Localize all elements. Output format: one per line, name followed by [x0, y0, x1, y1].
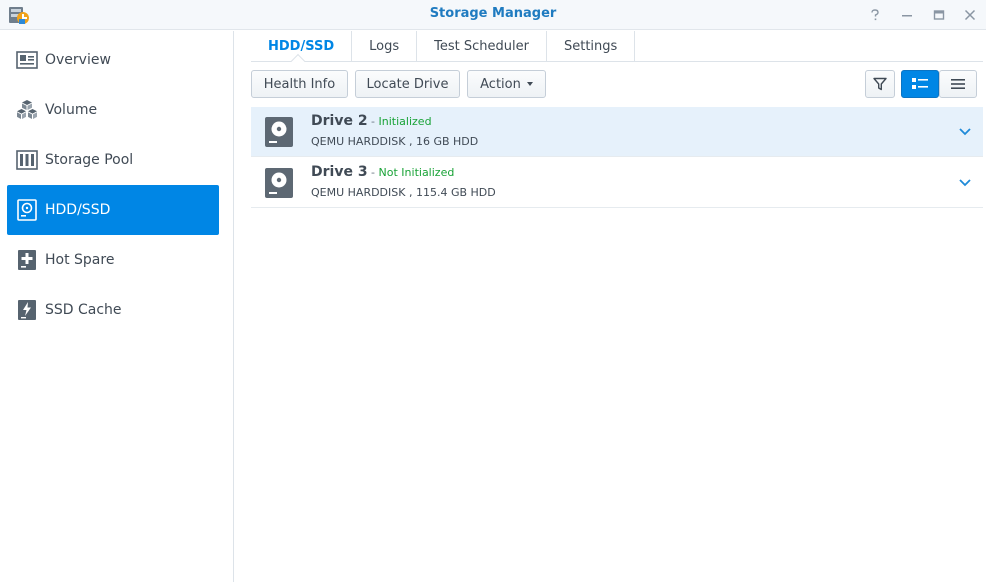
list-icon [951, 79, 965, 89]
hdd-icon [15, 198, 39, 222]
tab-logs[interactable]: Logs [352, 31, 418, 61]
drive-title: Drive 2 - Initialized [311, 113, 432, 129]
health-info-label: Health Info [263, 76, 336, 92]
sidebar-item-hot-spare[interactable]: Hot Spare [7, 235, 219, 285]
sidebar-item-hdd-ssd[interactable]: HDD/SSD [7, 185, 219, 235]
health-info-button[interactable]: Health Info [251, 70, 348, 98]
overview-icon [15, 48, 39, 72]
tab-hdd-ssd[interactable]: HDD/SSD [251, 31, 353, 61]
sidebar-item-label: SSD Cache [45, 302, 122, 318]
action-dropdown-button[interactable]: Action [467, 70, 546, 98]
sidebar: Overview Volume Storage Pool HDD/SSD Hot… [0, 31, 234, 582]
close-icon[interactable] [960, 5, 980, 25]
locate-drive-label: Locate Drive [366, 76, 449, 92]
drive-row[interactable]: Drive 3 - Not Initialized QEMU HARDDISK … [251, 158, 983, 208]
drive-separator: - [367, 115, 379, 128]
tab-divider [251, 61, 983, 62]
minimize-icon[interactable] [897, 5, 917, 25]
drive-separator: - [367, 166, 379, 179]
hot-spare-icon [15, 248, 39, 272]
volume-icon [15, 98, 39, 122]
detail-view-button[interactable] [901, 70, 939, 98]
filter-icon [873, 77, 887, 91]
sidebar-item-ssd-cache[interactable]: SSD Cache [7, 285, 219, 335]
drive-name: Drive 2 [311, 113, 368, 129]
chevron-down-icon[interactable] [957, 125, 973, 137]
help-icon[interactable] [865, 5, 885, 25]
sidebar-item-label: Hot Spare [45, 252, 115, 268]
drive-description: QEMU HARDDISK , 115.4 GB HDD [311, 186, 496, 199]
locate-drive-button[interactable]: Locate Drive [355, 70, 460, 98]
sidebar-item-label: Volume [45, 102, 98, 118]
sidebar-item-overview[interactable]: Overview [7, 35, 219, 85]
caret-down-icon [526, 82, 533, 86]
filter-button[interactable] [865, 70, 895, 98]
action-label: Action [480, 76, 521, 92]
sidebar-item-label: Storage Pool [45, 152, 134, 168]
tab-bar: HDD/SSD Logs Test Scheduler Settings [251, 31, 636, 61]
detail-list-icon [912, 78, 928, 89]
drive-description: QEMU HARDDISK , 16 GB HDD [311, 135, 479, 148]
drive-status: Initialized [378, 115, 432, 128]
sidebar-item-label: HDD/SSD [45, 202, 111, 218]
list-view-button[interactable] [939, 70, 977, 98]
drive-row[interactable]: Drive 2 - Initialized QEMU HARDDISK , 16… [251, 107, 983, 157]
hdd-icon [265, 168, 293, 198]
sidebar-item-storage-pool[interactable]: Storage Pool [7, 135, 219, 185]
hdd-icon [265, 117, 293, 147]
title-bar: Storage Manager [0, 0, 986, 30]
storage-pool-icon [15, 148, 39, 172]
window-title: Storage Manager [429, 6, 557, 21]
drive-name: Drive 3 [311, 164, 368, 180]
chevron-down-icon[interactable] [957, 176, 973, 188]
drive-title: Drive 3 - Not Initialized [311, 164, 454, 180]
maximize-icon[interactable] [929, 5, 949, 25]
ssd-cache-icon [15, 298, 39, 322]
sidebar-item-volume[interactable]: Volume [7, 85, 219, 135]
sidebar-item-label: Overview [45, 52, 111, 68]
tab-settings[interactable]: Settings [547, 31, 636, 61]
drive-status: Not Initialized [378, 166, 455, 179]
tab-test-scheduler[interactable]: Test Scheduler [417, 31, 547, 61]
